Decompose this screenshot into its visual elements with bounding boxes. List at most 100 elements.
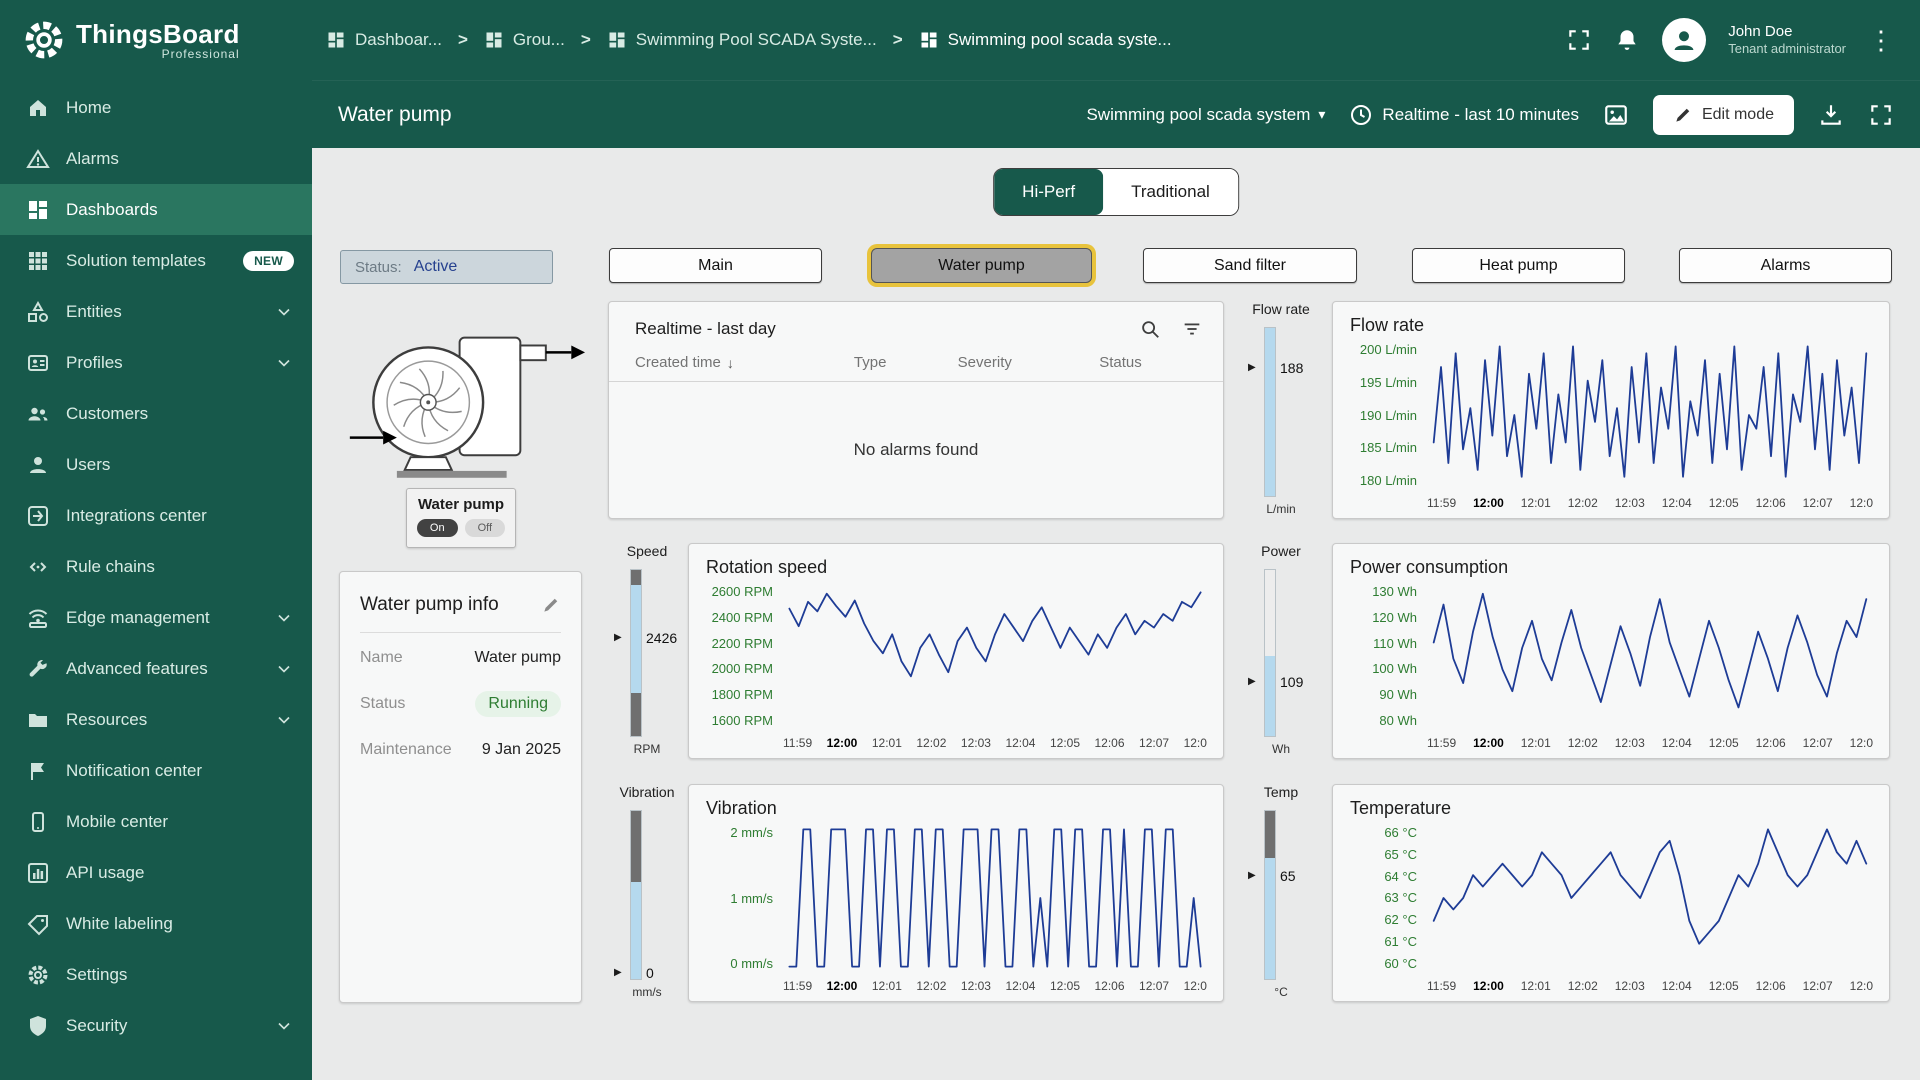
filter-icon[interactable]: [1181, 318, 1203, 340]
gauge-title: Flow rate: [1242, 301, 1320, 325]
dashboard-toolbar: Water pump Swimming pool scada system ▾ …: [312, 80, 1920, 148]
flag-icon: [26, 759, 50, 783]
screenshot-icon[interactable]: [1603, 102, 1629, 128]
sidebar-item-rule-chains[interactable]: Rule chains: [0, 541, 312, 592]
gauge-unit: RPM: [608, 739, 686, 759]
column-header-type[interactable]: Type: [854, 354, 958, 371]
sidebar-item-integrations-center[interactable]: Integrations center: [0, 490, 312, 541]
breadcrumb-separator: >: [893, 30, 903, 50]
sidebar-item-profiles[interactable]: Profiles: [0, 337, 312, 388]
sidebar-item-resources[interactable]: Resources: [0, 694, 312, 745]
gauge-unit: mm/s: [608, 982, 686, 1002]
sort-desc-icon: ↓: [727, 355, 734, 371]
x-axis-labels: 11:5912:0012:0112:0212:0312:0412:0512:06…: [783, 728, 1207, 750]
gauge-marker-icon: ▶: [614, 632, 622, 643]
sidebar-item-entities[interactable]: Entities: [0, 286, 312, 337]
sidebar-item-solution-templates[interactable]: Solution templatesNEW: [0, 235, 312, 286]
line-chart: [1427, 342, 1873, 488]
line-chart: [1427, 584, 1873, 728]
dashboard-icon: [607, 30, 627, 50]
gauge-value: 109: [1280, 674, 1303, 690]
rulechains-icon: [26, 555, 50, 579]
notifications-bell-icon[interactable]: [1614, 27, 1640, 53]
state-tab-main[interactable]: Main: [609, 248, 822, 283]
sidebar-item-settings[interactable]: Settings: [0, 949, 312, 1000]
sidebar-item-home[interactable]: Home: [0, 82, 312, 133]
sidebar-nav: HomeAlarmsDashboardsSolution templatesNE…: [0, 82, 312, 1051]
gauge-track: [1264, 569, 1276, 737]
gauge-unit: Wh: [1242, 739, 1320, 759]
chevron-down-icon: [274, 710, 294, 730]
x-axis-labels: 11:5912:0012:0112:0212:0312:0412:0512:06…: [1427, 488, 1873, 510]
sidebar-item-mobile-center[interactable]: Mobile center: [0, 796, 312, 847]
user-name: John Doe: [1728, 23, 1846, 42]
gauge-marker-icon: ▶: [1248, 362, 1256, 373]
breadcrumb-item-grou[interactable]: Grou...: [484, 30, 565, 50]
edge-icon: [26, 606, 50, 630]
state-tab-alarms[interactable]: Alarms: [1679, 248, 1892, 283]
column-header-severity[interactable]: Severity: [958, 354, 1100, 371]
breadcrumb-item-swimming-pool-scada-syste[interactable]: Swimming Pool SCADA Syste...: [607, 30, 877, 50]
fullscreen-icon[interactable]: [1566, 27, 1592, 53]
info-row-name: NameWater pump: [360, 637, 561, 679]
sidebar-item-white-labeling[interactable]: White labeling: [0, 898, 312, 949]
state-tab-water-pump[interactable]: Water pump: [871, 248, 1092, 283]
sidebar-item-api-usage[interactable]: API usage: [0, 847, 312, 898]
column-header-created-time[interactable]: Created time↓: [635, 354, 854, 371]
breadcrumb-item-dashboar[interactable]: Dashboar...: [326, 30, 442, 50]
gauge-marker-icon: ▶: [1248, 870, 1256, 881]
clock-icon: [1349, 103, 1373, 127]
edit-icon[interactable]: [541, 595, 561, 615]
dashboard-icon: [484, 30, 504, 50]
power-gauge: Power▶109Wh: [1242, 543, 1320, 759]
entity-select[interactable]: Swimming pool scada system ▾: [1086, 105, 1325, 125]
gauge-track: [1264, 810, 1276, 980]
y-axis-labels: 200 L/min195 L/min190 L/min185 L/min180 …: [1343, 342, 1427, 510]
breadcrumb-item-swimming-pool-scada-syste[interactable]: Swimming pool scada syste...: [919, 30, 1172, 50]
column-header-status[interactable]: Status: [1099, 354, 1203, 371]
sidebar-item-alarms[interactable]: Alarms: [0, 133, 312, 184]
dashboards-icon: [26, 198, 50, 222]
sidebar-item-customers[interactable]: Customers: [0, 388, 312, 439]
sidebar-item-edge-management[interactable]: Edge management: [0, 592, 312, 643]
dashboard-icon: [326, 30, 346, 50]
dashboard-fullscreen-icon[interactable]: [1868, 102, 1894, 128]
rotation-speed-chart-card: Rotation speed2600 RPM2400 RPM2200 RPM20…: [688, 543, 1224, 759]
kebab-menu-icon[interactable]: ⋮: [1868, 27, 1894, 53]
sidebar-item-notification-center[interactable]: Notification center: [0, 745, 312, 796]
gauge-unit: L/min: [1242, 499, 1320, 519]
grid-icon: [26, 249, 50, 273]
brand[interactable]: ThingsBoard Professional: [22, 18, 300, 62]
view-toggle-hi-perf[interactable]: Hi-Perf: [994, 169, 1103, 215]
line-chart: [783, 584, 1207, 728]
state-tab-heat-pump[interactable]: Heat pump: [1412, 248, 1625, 283]
vibration-gauge: Vibration▶0mm/s: [608, 784, 686, 1002]
state-tab-sand-filter[interactable]: Sand filter: [1143, 248, 1357, 283]
status-badge: Running: [475, 691, 561, 717]
search-icon[interactable]: [1139, 318, 1161, 340]
x-axis-labels: 11:5912:0012:0112:0212:0312:0412:0512:06…: [1427, 728, 1873, 750]
pump-switch-widget: Water pump On Off: [406, 488, 516, 548]
avatar[interactable]: [1662, 18, 1706, 62]
profiles-icon: [26, 351, 50, 375]
breadcrumb-separator: >: [458, 30, 468, 50]
label-icon: [26, 912, 50, 936]
status-label: Status:: [355, 259, 402, 276]
edit-mode-button[interactable]: Edit mode: [1653, 95, 1794, 135]
pump-on-button[interactable]: On: [417, 519, 458, 537]
view-toggle-traditional[interactable]: Traditional: [1103, 169, 1238, 215]
top-header: ThingsBoard Professional Dashboar... > Gro…: [0, 0, 1920, 80]
sidebar-item-security[interactable]: Security: [0, 1000, 312, 1051]
person-icon: [1669, 25, 1699, 55]
sidebar-item-dashboards[interactable]: Dashboards: [0, 184, 312, 235]
user-icon: [26, 453, 50, 477]
pump-off-button[interactable]: Off: [465, 519, 505, 537]
info-value: Water pump: [474, 649, 561, 667]
flow-rate-chart-card: Flow rate 200 L/min195 L/min190 L/min185 …: [1332, 301, 1890, 519]
mobile-icon: [26, 810, 50, 834]
sidebar-item-advanced-features[interactable]: Advanced features: [0, 643, 312, 694]
download-icon[interactable]: [1818, 102, 1844, 128]
chart-title: Flow rate: [1333, 302, 1889, 338]
sidebar-item-users[interactable]: Users: [0, 439, 312, 490]
timewindow-button[interactable]: Realtime - last 10 minutes: [1349, 103, 1579, 127]
